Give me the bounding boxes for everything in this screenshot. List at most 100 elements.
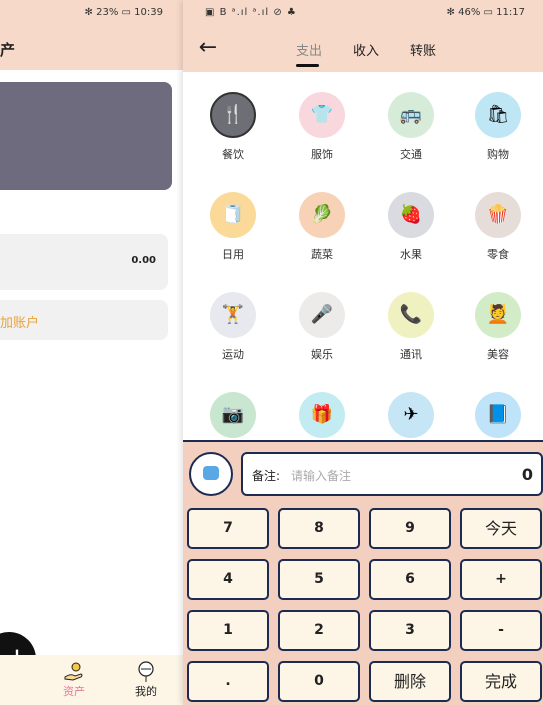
book-icon: 📘 xyxy=(486,404,510,425)
category-item[interactable]: 💆 美容 xyxy=(463,292,533,362)
category-circle: 🥬 xyxy=(299,192,345,238)
nav-mine[interactable]: 我的 xyxy=(124,661,168,699)
assets-header: 产 xyxy=(0,26,183,70)
status-right-left: ✻ 23% ▭ 10:39 xyxy=(85,7,163,18)
key-3[interactable]: 3 xyxy=(369,610,451,651)
date-today-button[interactable]: 今天 xyxy=(460,508,542,549)
category-circle: 🧻 xyxy=(210,192,256,238)
account-amount: 0.00 xyxy=(131,255,156,266)
delete-button[interactable]: 删除 xyxy=(369,661,451,702)
plus-key[interactable]: + xyxy=(460,559,542,600)
assets-summary-card[interactable] xyxy=(0,82,172,190)
battery-percent: 46% xyxy=(458,7,481,18)
memo-field[interactable]: 备注: 请输入备注 0 xyxy=(241,452,543,496)
clock: 10:39 xyxy=(134,7,163,18)
nav-mine-label: 我的 xyxy=(135,685,157,698)
back-arrow-icon[interactable]: ← xyxy=(193,34,223,64)
page-title: 产 xyxy=(0,41,16,59)
gift-icon: 🎁 xyxy=(310,404,334,425)
key-0[interactable]: 0 xyxy=(278,661,360,702)
decimal-key[interactable]: . xyxy=(187,661,269,702)
nav-assets-label: 资产 xyxy=(63,685,85,698)
category-item[interactable]: 🍴 餐饮 xyxy=(198,92,268,162)
category-circle: 🍿 xyxy=(475,192,521,238)
category-label: 餐饮 xyxy=(222,148,244,161)
category-circle: 🎁 xyxy=(299,392,345,438)
popcorn-icon: 🍿 xyxy=(486,204,510,225)
category-circle: 🏋 xyxy=(210,292,256,338)
battery-icon: ▭ xyxy=(483,7,493,18)
memo-label: 备注: xyxy=(252,469,281,483)
category-circle: 👕 xyxy=(299,92,345,138)
battery-percent: 23% xyxy=(96,7,119,18)
category-item[interactable]: 🛍 购物 xyxy=(463,92,533,162)
memo-icon-button[interactable] xyxy=(189,452,233,496)
shopping-bag-icon: 🛍 xyxy=(486,104,510,125)
status-bar-left: ✻ 23% ▭ 10:39 xyxy=(0,0,183,26)
add-account-label: 加账户 xyxy=(0,316,40,331)
category-item[interactable]: 🧻 日用 xyxy=(198,192,268,262)
category-label: 水果 xyxy=(400,248,422,261)
tshirt-icon: 👕 xyxy=(310,104,334,125)
category-item[interactable]: 🏋 运动 xyxy=(198,292,268,362)
key-2[interactable]: 2 xyxy=(278,610,360,651)
category-label: 服饰 xyxy=(311,148,333,161)
toilet-paper-icon: 🧻 xyxy=(221,204,245,225)
category-item[interactable]: 🥬 蔬菜 xyxy=(287,192,357,262)
beauty-icon: 💆 xyxy=(486,304,510,325)
key-1[interactable]: 1 xyxy=(187,610,269,651)
amount-display: 0 xyxy=(521,465,533,484)
hand-coin-icon xyxy=(52,661,96,683)
category-circle: 📘 xyxy=(475,392,521,438)
category-circle: 📷 xyxy=(210,392,256,438)
category-circle: 🚌 xyxy=(388,92,434,138)
category-circle: 🍴 xyxy=(210,92,256,138)
minus-key[interactable]: - xyxy=(460,610,542,651)
category-item[interactable]: 📷 xyxy=(198,392,268,438)
category-item[interactable]: 🎤 娱乐 xyxy=(287,292,357,362)
category-item[interactable]: 👕 服饰 xyxy=(287,92,357,162)
key-9[interactable]: 9 xyxy=(369,508,451,549)
key-6[interactable]: 6 xyxy=(369,559,451,600)
key-4[interactable]: 4 xyxy=(187,559,269,600)
bottom-nav: 资产 我的 xyxy=(0,655,183,705)
category-circle: 💆 xyxy=(475,292,521,338)
tab-income[interactable]: 收入 xyxy=(353,40,379,59)
key-7[interactable]: 7 xyxy=(187,508,269,549)
category-item[interactable]: 🎁 xyxy=(287,392,357,438)
category-circle: 🎤 xyxy=(299,292,345,338)
category-item[interactable]: 📘 xyxy=(463,392,533,438)
category-label: 交通 xyxy=(400,148,422,161)
balloon-icon xyxy=(124,661,168,683)
key-5[interactable]: 5 xyxy=(278,559,360,600)
category-item[interactable]: ✈ xyxy=(376,392,446,438)
category-grid: 🍴 餐饮 👕 服饰 🚌 交通 🛍 购物 🧻 日用 🥬 蔬菜 🍓 水果 🍿 零食 🏋 运动 🎤 娱乐 📞 通讯 💆 美容 📷 🎁 ✈ 📘 xyxy=(183,72,543,442)
keypad-panel: 备注: 请输入备注 0 7 8 9 今天 4 5 6 +1 2 3-. 0 删除 完成 xyxy=(183,440,543,705)
category-item[interactable]: 🚌 交通 xyxy=(376,92,446,162)
done-button[interactable]: 完成 xyxy=(460,661,542,702)
status-bar-right: ▣ B ᵃ.ıl ᵃ.ıl ⊘ ♣ ✻ 46% ▭ 11:17 xyxy=(183,0,543,26)
memo-placeholder: 请输入备注 xyxy=(291,469,352,483)
battery-icon: ▭ xyxy=(121,7,131,18)
category-circle: ✈ xyxy=(388,392,434,438)
status-right-right: ✻ 46% ▭ 11:17 xyxy=(447,7,525,18)
category-label: 通讯 xyxy=(400,348,422,361)
utensils-icon: 🍴 xyxy=(221,104,245,125)
microphone-icon: 🎤 xyxy=(310,304,334,325)
nav-assets[interactable]: 资产 xyxy=(52,661,96,699)
category-label: 购物 xyxy=(487,148,509,161)
account-row[interactable]: 0.00 xyxy=(0,234,168,290)
category-circle: 🍓 xyxy=(388,192,434,238)
key-8[interactable]: 8 xyxy=(278,508,360,549)
camera-icon: 📷 xyxy=(221,404,245,425)
clock: 11:17 xyxy=(496,7,525,18)
tab-transfer[interactable]: 转账 xyxy=(410,40,436,59)
chat-bubble-icon xyxy=(203,466,219,480)
category-item[interactable]: 🍓 水果 xyxy=(376,192,446,262)
category-item[interactable]: 🍿 零食 xyxy=(463,192,533,262)
tab-expense[interactable]: 支出 xyxy=(296,40,322,59)
active-tab-indicator xyxy=(296,64,319,67)
app-root: ✻ 23% ▭ 10:39 产 0.00 加账户 + 资产 xyxy=(0,0,543,705)
category-item[interactable]: 📞 通讯 xyxy=(376,292,446,362)
add-account-button[interactable]: 加账户 xyxy=(0,300,168,340)
